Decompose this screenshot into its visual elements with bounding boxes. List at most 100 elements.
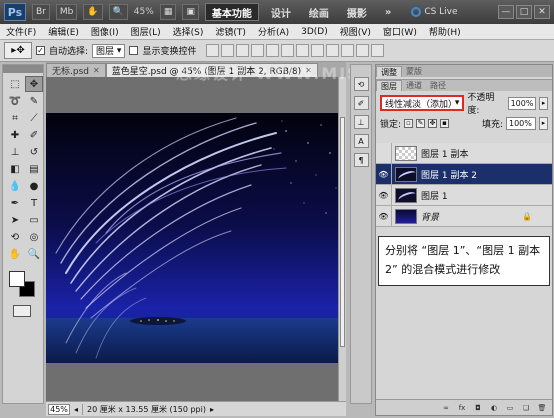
eye-icon[interactable]: 👁 [376,184,392,206]
history-panel-icon[interactable]: ⟲ [353,77,369,91]
tools-panel-header[interactable] [3,65,43,73]
document-info[interactable]: 20 厘米 x 13.55 厘米 (150 ppi) [82,403,206,415]
link-layers-icon[interactable]: ∞ [440,402,452,413]
nav-left-icon[interactable]: ◂ [74,405,78,414]
scrollbar-thumb[interactable] [340,117,345,347]
3d-orbit-icon[interactable]: ◎ [25,229,43,245]
layer-row[interactable]: 👁 图层 1 [376,184,552,206]
menu-window[interactable]: 窗口(W) [377,25,423,38]
tool-preset-picker[interactable]: ▸✥ [4,42,32,59]
healing-brush-icon[interactable]: ✚ [6,127,24,143]
layer-row[interactable]: 👁 背景 🔒 [376,205,552,227]
minimize-button[interactable]: — [498,5,514,19]
dodge-tool-icon[interactable]: ● [25,178,43,194]
nav-right-icon[interactable]: ▸ [210,405,214,414]
history-brush-icon[interactable]: ↺ [25,144,43,160]
clone-stamp-icon[interactable]: ⊥ [6,144,24,160]
menu-image[interactable]: 图像(I) [85,25,125,38]
menu-filter[interactable]: 滤镜(T) [209,25,252,38]
move-tool-icon[interactable]: ✥ [25,76,43,92]
pen-tool-icon[interactable]: ✒ [6,195,24,211]
view-extras-button[interactable]: ▦ [159,4,177,20]
tab-layers[interactable]: 图层 [376,80,402,91]
character-panel-icon[interactable]: A [353,134,369,148]
distribute-bottom-icon[interactable] [326,44,340,57]
layer-style-icon[interactable]: fx [456,402,468,413]
menu-analysis[interactable]: 分析(A) [252,25,295,38]
layer-row[interactable]: 图层 1 副本 [376,142,552,164]
menu-layer[interactable]: 图层(L) [125,25,167,38]
bridge-button[interactable]: Br [32,4,50,20]
clone-source-icon[interactable]: ⊥ [353,115,369,129]
eye-icon[interactable]: 👁 [376,163,392,185]
delete-layer-icon[interactable]: 🗑 [536,402,548,413]
document-tab-active[interactable]: 蓝色星空.psd @ 45% (图层 1 副本 2, RGB/8) ✕ [105,63,318,77]
fill-slider-button[interactable]: ▸ [539,116,548,130]
tab-adjustments[interactable]: 调整 [376,66,402,77]
blend-mode-dropdown[interactable]: 线性减淡（添加） ▾ [380,95,465,111]
fill-input[interactable]: 100% [506,116,536,130]
marquee-tool-icon[interactable]: ⬚ [6,76,24,92]
tab-masks[interactable]: 蒙版 [402,66,426,77]
align-right-icon[interactable] [281,44,295,57]
arrange-documents-button[interactable]: ▣ [182,4,199,20]
menu-help[interactable]: 帮助(H) [423,25,467,38]
auto-select-dropdown[interactable]: 图层 ▾ [92,43,126,58]
align-left-icon[interactable] [251,44,265,57]
status-zoom-field[interactable]: 45% [48,403,70,415]
maximize-button[interactable]: □ [516,5,532,19]
menu-3d[interactable]: 3D(D) [295,27,334,37]
zoom-tool-icon[interactable]: 🔍 [108,4,128,20]
new-group-icon[interactable]: ▭ [504,402,516,413]
distribute-left-icon[interactable] [341,44,355,57]
workspace-design[interactable]: 设计 [265,3,297,21]
align-top-icon[interactable] [206,44,220,57]
vertical-scrollbar[interactable] [338,77,346,401]
lock-pixels-icon[interactable]: ✎ [416,118,426,128]
blur-tool-icon[interactable]: 💧 [6,178,24,194]
distribute-center-icon[interactable] [356,44,370,57]
quick-mask-button[interactable] [13,305,31,317]
hand-icon[interactable]: ✋ [83,4,103,20]
brush-panel-icon[interactable]: ✐ [353,96,369,110]
lock-position-icon[interactable]: ✥ [428,118,438,128]
close-button[interactable]: ✕ [534,5,550,19]
menu-file[interactable]: 文件(F) [0,25,42,38]
shape-tool-icon[interactable]: ▭ [25,212,43,228]
distribute-right-icon[interactable] [371,44,385,57]
brush-tool-icon[interactable]: ✐ [25,127,43,143]
gradient-tool-icon[interactable]: ▤ [25,161,43,177]
opacity-input[interactable]: 100% [507,96,537,110]
close-tab-icon[interactable]: ✕ [93,66,100,75]
minibridge-button[interactable]: Mb [55,4,78,20]
workspace-painting[interactable]: 绘画 [303,3,335,21]
crop-tool-icon[interactable]: ⌗ [6,110,24,126]
cs-live-button[interactable]: CS Live [411,7,458,17]
workspace-photography[interactable]: 摄影 [341,3,373,21]
hand-tool-icon[interactable]: ✋ [6,246,24,262]
align-middle-icon[interactable] [221,44,235,57]
quick-select-tool-icon[interactable]: ✎ [25,93,43,109]
menu-select[interactable]: 选择(S) [167,25,210,38]
visibility-toggle[interactable] [376,142,392,164]
align-center-icon[interactable] [266,44,280,57]
tab-channels[interactable]: 通道 [402,80,426,91]
lasso-tool-icon[interactable]: ➰ [6,93,24,109]
image-canvas[interactable] [46,113,342,363]
tab-paths[interactable]: 路径 [426,80,450,91]
paragraph-panel-icon[interactable]: ¶ [353,153,369,167]
document-tab[interactable]: 无标.psd ✕ [46,63,106,77]
adjustment-layer-icon[interactable]: ◐ [488,402,500,413]
eye-icon[interactable]: 👁 [376,205,392,227]
lock-transparency-icon[interactable]: ▫ [404,118,414,128]
opacity-slider-button[interactable]: ▸ [539,96,549,110]
auto-select-checkbox[interactable]: ✓ [36,46,45,55]
3d-rotate-icon[interactable]: ⟲ [6,229,24,245]
zoom-tool-icon[interactable]: 🔍 [25,246,43,262]
menu-view[interactable]: 视图(V) [334,25,377,38]
path-select-icon[interactable]: ➤ [6,212,24,228]
add-mask-icon[interactable]: ◘ [472,402,484,413]
close-tab-icon[interactable]: ✕ [305,66,312,75]
foreground-color-swatch[interactable] [9,271,25,287]
show-transform-checkbox[interactable] [129,46,139,55]
